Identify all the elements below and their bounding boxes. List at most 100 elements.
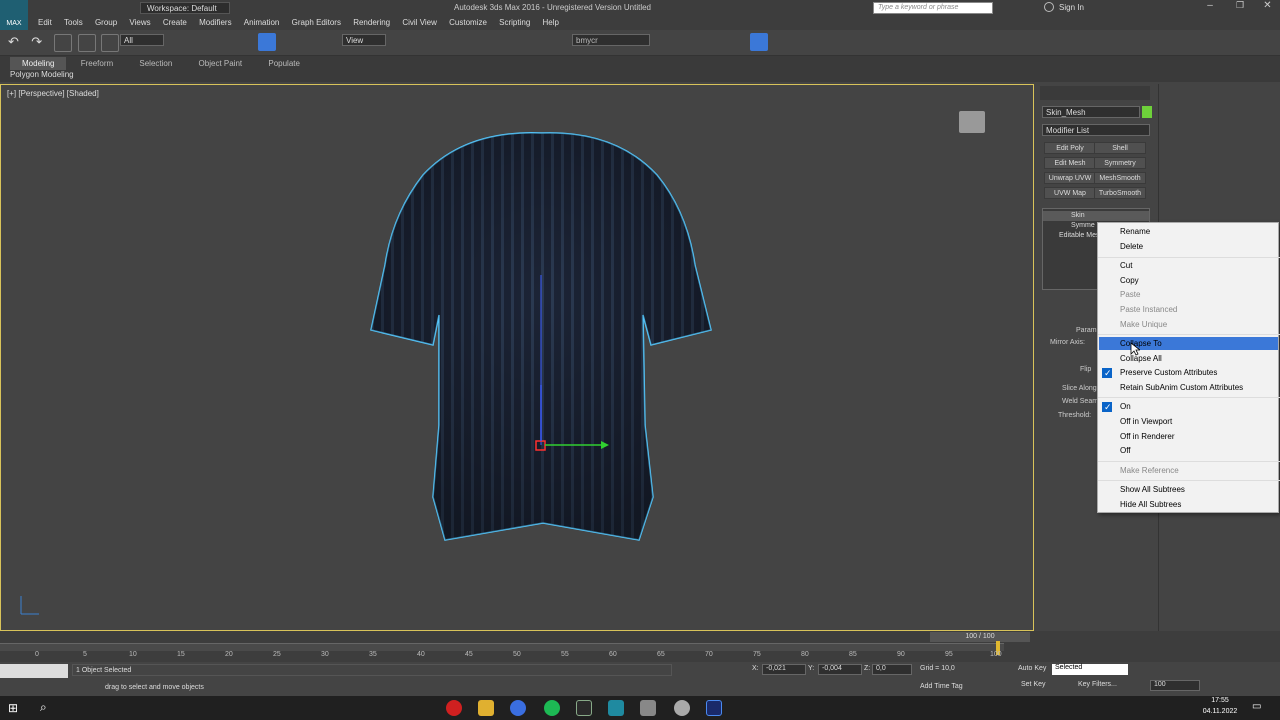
viewcube-icon[interactable] — [959, 111, 985, 133]
workspace-dropdown[interactable]: Workspace: Default — [140, 2, 230, 14]
menu-item-copy[interactable]: Copy — [1120, 275, 1139, 287]
menu-tools[interactable]: Tools — [64, 16, 83, 30]
close-button[interactable]: ✕ — [1255, 0, 1280, 16]
slice-along-checkbox[interactable]: Slice Along — [1062, 385, 1097, 392]
shirt-mesh[interactable] — [361, 125, 721, 545]
menu-item-off-in-viewport[interactable]: Off in Viewport — [1120, 416, 1172, 428]
menu-item-off[interactable]: Off — [1120, 445, 1131, 457]
bind-space-warp-icon[interactable] — [100, 34, 119, 52]
menu-item-off-in-renderer[interactable]: Off in Renderer — [1120, 431, 1175, 443]
menu-scripting[interactable]: Scripting — [499, 16, 530, 30]
parameters-rollout-header[interactable]: Param — [1076, 327, 1097, 334]
minimize-button[interactable]: – — [1195, 0, 1225, 16]
pt-icon[interactable] — [576, 700, 592, 716]
app-icon[interactable] — [674, 700, 690, 716]
menu-views[interactable]: Views — [129, 16, 150, 30]
unwrap-uvw-button[interactable]: Unwrap UVW — [1044, 172, 1096, 184]
menu-item-collapse-all[interactable]: Collapse All — [1120, 353, 1162, 365]
menu-item-retain-subanim[interactable]: Retain SubAnim Custom Attributes — [1120, 382, 1243, 394]
tab-modeling[interactable]: Modeling — [10, 57, 67, 70]
select-move-icon[interactable] — [258, 33, 276, 51]
meshsmooth-button[interactable]: MeshSmooth — [1094, 172, 1146, 184]
menu-item-show-all-subtrees[interactable]: Show All Subtrees — [1120, 484, 1185, 496]
stack-item-editable-mesh[interactable]: Editable Mes — [1043, 231, 1099, 241]
spotify-icon[interactable] — [544, 700, 560, 716]
windows-start-icon[interactable]: ⊞ — [8, 701, 18, 715]
app-icon[interactable] — [640, 700, 656, 716]
scene-explorer-icon[interactable] — [750, 33, 768, 51]
viewport-perspective[interactable]: [+] [Perspective] [Shaded] — [0, 84, 1034, 631]
stack-item-skin[interactable]: Skin — [1043, 211, 1149, 221]
menu-item-collapse-to[interactable]: Collapse To — [1120, 338, 1162, 350]
z-coordinate-field[interactable]: 0,0 — [872, 664, 912, 675]
edit-mesh-button[interactable]: Edit Mesh — [1044, 157, 1096, 169]
y-coordinate-field[interactable]: -0,004 — [818, 664, 862, 675]
current-frame-field[interactable]: 100 — [1150, 680, 1200, 691]
max-logo[interactable]: MAX — [0, 0, 28, 30]
reference-coordinate-dropdown[interactable]: View — [342, 34, 386, 46]
menu-graph-editors[interactable]: Graph Editors — [292, 16, 341, 30]
tab-populate[interactable]: Populate — [256, 57, 312, 70]
menu-group[interactable]: Group — [95, 16, 117, 30]
menu-item-hide-all-subtrees[interactable]: Hide All Subtrees — [1120, 499, 1181, 511]
key-filters-button[interactable]: Key Filters... — [1078, 681, 1117, 688]
selection-filter-dropdown[interactable]: All — [120, 34, 164, 46]
add-time-tag-button[interactable]: Add Time Tag — [920, 683, 963, 690]
menu-item-preserve-custom-attributes[interactable]: Preserve Custom Attributes — [1101, 367, 1217, 379]
weld-seam-checkbox[interactable]: Weld Seam — [1062, 398, 1098, 405]
object-color-swatch[interactable] — [1142, 106, 1152, 118]
menu-create[interactable]: Create — [163, 16, 187, 30]
named-selection-set[interactable]: bmycr — [572, 34, 650, 46]
menu-help[interactable]: Help — [543, 16, 559, 30]
menu-item-delete[interactable]: Delete — [1120, 241, 1143, 253]
edit-poly-button[interactable]: Edit Poly — [1044, 142, 1096, 154]
tab-freeform[interactable]: Freeform — [69, 57, 125, 70]
uvw-map-button[interactable]: UVW Map — [1044, 187, 1096, 199]
stack-item-symmetry[interactable]: Symme — [1043, 221, 1095, 231]
opera-icon[interactable] — [446, 700, 462, 716]
tab-object-paint[interactable]: Object Paint — [187, 57, 255, 70]
maxscript-listener[interactable] — [0, 664, 68, 678]
symmetry-button[interactable]: Symmetry — [1094, 157, 1146, 169]
object-name-field[interactable]: Skin_Mesh — [1042, 106, 1140, 118]
menu-item-cut[interactable]: Cut — [1120, 260, 1132, 272]
menu-customize[interactable]: Customize — [449, 16, 487, 30]
photoshop-icon[interactable] — [706, 700, 722, 716]
sign-in-link[interactable]: Sign In — [1059, 3, 1084, 12]
user-icon — [1044, 2, 1054, 12]
viewport-label[interactable]: [+] [Perspective] [Shaded] — [7, 89, 99, 98]
3dsmax-icon[interactable] — [608, 700, 624, 716]
turbosmooth-button[interactable]: TurboSmooth — [1094, 187, 1146, 199]
menu-civil-view[interactable]: Civil View — [402, 16, 437, 30]
track-bar[interactable] — [0, 643, 1004, 651]
key-mode-dropdown[interactable]: Selected — [1052, 664, 1128, 675]
flip-checkbox[interactable]: Flip — [1080, 366, 1091, 373]
auto-key-button[interactable]: Auto Key — [1018, 665, 1046, 672]
maximize-button[interactable]: ❐ — [1225, 0, 1255, 16]
time-slider[interactable]: 100 / 100 — [930, 632, 1030, 642]
tick-label: 40 — [417, 651, 425, 658]
link-icon[interactable] — [54, 34, 73, 52]
notification-icon[interactable]: ▭ — [1252, 701, 1261, 712]
modifier-list-dropdown[interactable]: Modifier List — [1042, 124, 1150, 136]
menu-item-rename[interactable]: Rename — [1120, 226, 1150, 238]
command-panel-tabs[interactable] — [1040, 86, 1150, 100]
menu-rendering[interactable]: Rendering — [353, 16, 390, 30]
ribbon-polygon-modeling[interactable]: Polygon Modeling — [10, 70, 74, 79]
menu-edit[interactable]: Edit — [38, 16, 52, 30]
shell-button[interactable]: Shell — [1094, 142, 1146, 154]
x-coordinate-field[interactable]: -0,021 — [762, 664, 806, 675]
unlink-icon[interactable] — [77, 34, 96, 52]
tab-selection[interactable]: Selection — [127, 57, 184, 70]
search-icon[interactable]: ⌕ — [40, 700, 47, 715]
menu-modifiers[interactable]: Modifiers — [199, 16, 231, 30]
menu-item-on[interactable]: On — [1102, 401, 1131, 413]
redo-icon[interactable]: ↷ — [31, 34, 49, 52]
menu-animation[interactable]: Animation — [244, 16, 280, 30]
set-key-button[interactable]: Set Key — [1021, 681, 1046, 688]
chrome-icon[interactable] — [510, 700, 526, 716]
undo-icon[interactable]: ↶ — [8, 34, 26, 52]
search-box[interactable]: Type a keyword or phrase — [873, 2, 993, 14]
timeline[interactable]: 100 / 100 0 5 10 15 20 25 30 35 40 45 50… — [0, 631, 1280, 662]
file-explorer-icon[interactable] — [478, 700, 494, 716]
